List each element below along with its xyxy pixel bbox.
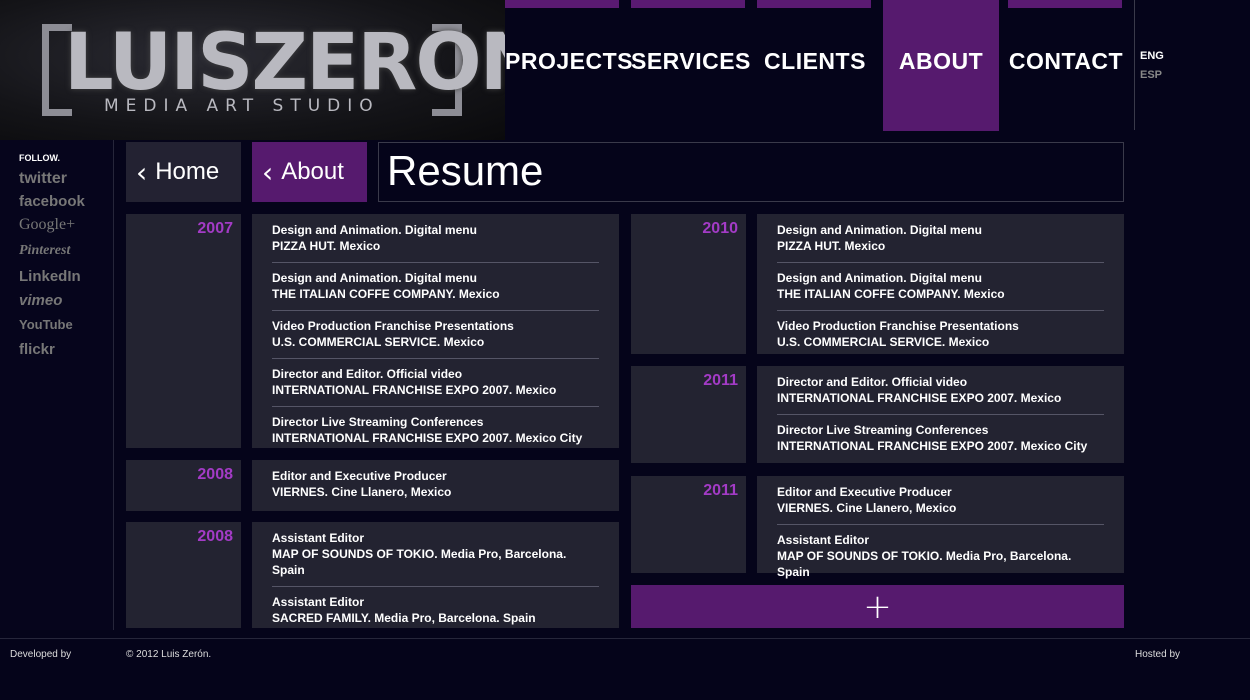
nav-bar (757, 0, 871, 8)
logo-name: LUISZERON (64, 18, 505, 108)
nav-label: CLIENTS (764, 48, 866, 74)
entries-2010: Design and Animation. Digital menu PIZZA … (757, 214, 1124, 354)
year-label: 2011 (703, 372, 738, 389)
nav-label: CONTACT (1008, 48, 1124, 74)
footer-divider (0, 638, 1250, 639)
resume-entry: Assistant Editor SACRED FAMILY. Media Pro… (272, 595, 536, 625)
nav-bar (631, 0, 745, 8)
year-cell-2007: 2007 (126, 214, 241, 448)
nav-services[interactable]: SERVICES (631, 0, 751, 131)
flickr-icon[interactable]: flickr (19, 341, 55, 358)
year-label: 2011 (703, 482, 738, 499)
breadcrumb-about-label: About (281, 158, 344, 185)
nav-projects[interactable]: PROJECTS (505, 0, 633, 131)
load-more-button[interactable]: + (631, 585, 1124, 628)
logo[interactable]: LUISZERON MEDIA ART STUDIO (0, 0, 505, 140)
lang-eng-link[interactable]: ENG (1140, 50, 1164, 62)
linkedin-icon[interactable]: LinkedIn (19, 268, 81, 285)
year-label: 2008 (197, 466, 233, 483)
breadcrumb-about[interactable]: ‹ About (252, 142, 367, 202)
year-label: 2007 (197, 220, 233, 237)
resume-entry: Director and Editor. Official video INTER… (777, 374, 1104, 415)
breadcrumb-home[interactable]: ‹ Home (126, 142, 241, 202)
resume-entry: Editor and Executive Producer VIERNES. Ci… (272, 469, 452, 499)
footer-copyright: © 2012 Luis Zerón. (126, 649, 212, 660)
year-cell-2011: 2011 (631, 366, 746, 463)
nav-contact[interactable]: CONTACT (1008, 0, 1124, 131)
nav-clients[interactable]: CLIENTS (757, 0, 873, 131)
google-plus-icon[interactable]: Google+ (19, 216, 75, 234)
year-cell-2011-b: 2011 (631, 476, 746, 573)
resume-entry: Director Live Streaming Conferences INTER… (777, 423, 1088, 453)
plus-icon: + (863, 587, 892, 627)
nav-divider (1134, 0, 1135, 130)
resume-entry: Assistant Editor MAP OF SOUNDS OF TOKIO. … (272, 530, 599, 587)
resume-entry: Assistant Editor MAP OF SOUNDS OF TOKIO. … (777, 533, 1072, 579)
entries-2007: Design and Animation. Digital menu PIZZA … (252, 214, 619, 448)
page-title: Resume (387, 147, 544, 194)
nav-bar (1008, 0, 1122, 8)
resume-entry: Design and Animation. Digital menu PIZZA … (272, 222, 599, 263)
resume-entry: Design and Animation. Digital menu THE IT… (272, 270, 599, 311)
year-label: 2008 (197, 528, 233, 545)
footer-hosted: Hosted by (1135, 649, 1181, 660)
follow-label: FOLLOW. (19, 153, 60, 163)
resume-entry: Video Production Franchise Presentations… (777, 319, 1019, 349)
nav-label: SERVICES (631, 48, 751, 74)
chevron-left-icon: ‹ (262, 155, 274, 189)
page-title-box: Resume (378, 142, 1124, 202)
vimeo-icon[interactable]: vimeo (19, 292, 62, 309)
year-cell-2008: 2008 (126, 460, 241, 511)
entries-2011-b: Editor and Executive Producer VIERNES. Ci… (757, 476, 1124, 579)
chevron-left-icon: ‹ (136, 155, 148, 189)
youtube-icon[interactable]: YouTube (19, 317, 73, 332)
year-label: 2010 (702, 220, 738, 237)
nav-label: PROJECTS (505, 48, 633, 74)
resume-entry: Director Live Streaming Conferences INTER… (272, 415, 583, 445)
nav-bar (505, 0, 619, 8)
resume-entry: Design and Animation. Digital menu THE IT… (777, 270, 1104, 311)
logo-tagline: MEDIA ART STUDIO (104, 96, 380, 116)
sidebar: FOLLOW. twitter facebook Google+ Pintere… (0, 140, 114, 630)
twitter-icon[interactable]: twitter (19, 170, 67, 188)
facebook-icon[interactable]: facebook (19, 193, 85, 210)
resume-entry: Video Production Franchise Presentations… (272, 318, 599, 359)
resume-entry: Director and Editor. Official video INTER… (272, 366, 599, 407)
breadcrumb-home-label: Home (155, 158, 220, 185)
entries-2008-a: Editor and Executive Producer VIERNES. Ci… (252, 460, 619, 511)
year-cell-2008-b: 2008 (126, 522, 241, 628)
resume-entry: Design and Animation. Digital menu PIZZA … (777, 222, 1104, 263)
resume-entry: Editor and Executive Producer VIERNES. Ci… (777, 484, 1104, 525)
footer-developed: Developed by (10, 649, 72, 660)
nav-about[interactable]: ABOUT (883, 0, 999, 131)
pinterest-icon[interactable]: Pinterest (19, 243, 70, 259)
entries-2008-b: Assistant Editor MAP OF SOUNDS OF TOKIO. … (252, 522, 619, 628)
lang-esp-link[interactable]: ESP (1140, 69, 1162, 81)
entries-2011-a: Director and Editor. Official video INTER… (757, 366, 1124, 463)
year-cell-2010: 2010 (631, 214, 746, 354)
nav-label: ABOUT (898, 48, 984, 74)
